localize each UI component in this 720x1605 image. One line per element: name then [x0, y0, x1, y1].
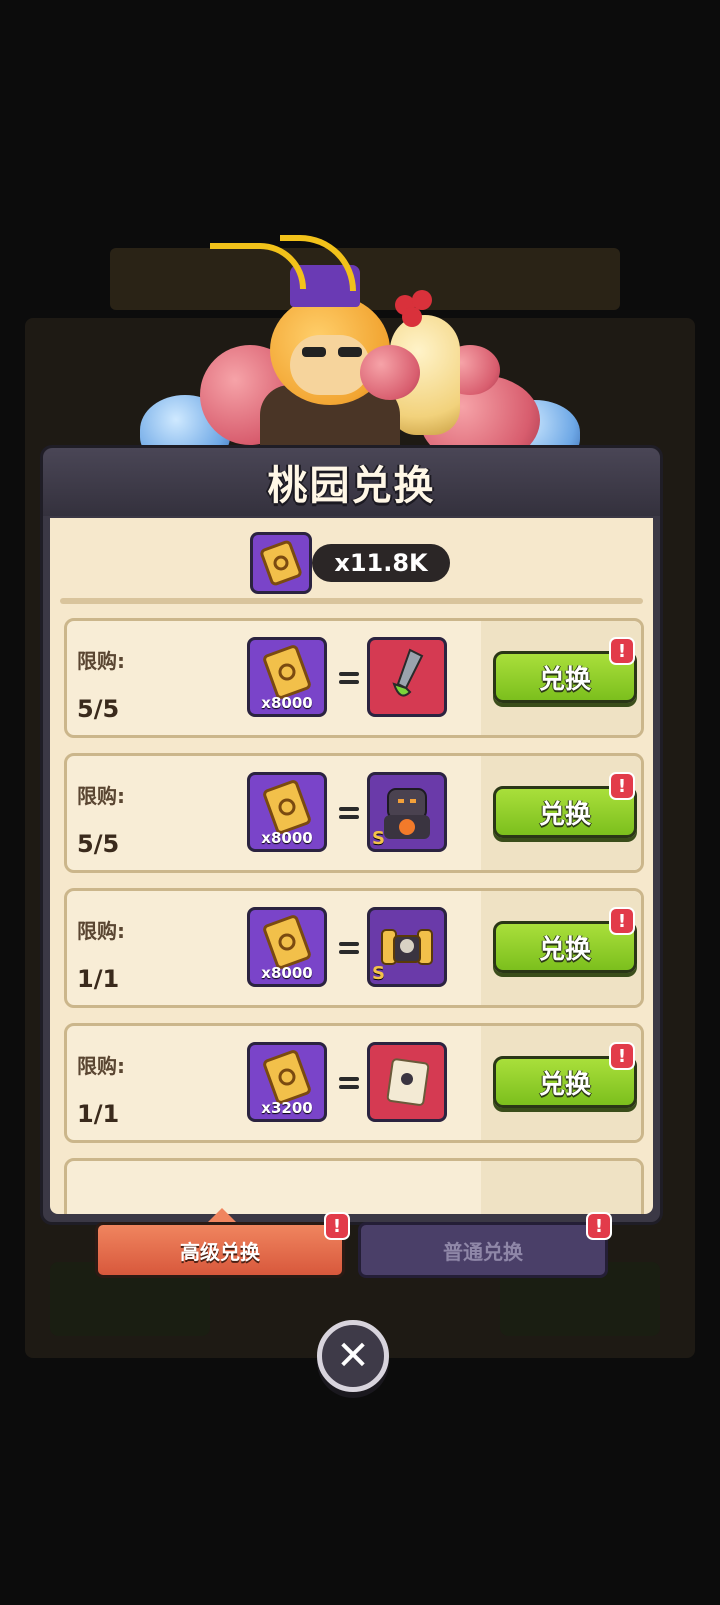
- limit-label: 限购:: [77, 784, 125, 808]
- limit-value: 5/5: [77, 695, 120, 723]
- monkey-eye: [302, 347, 326, 357]
- alert-badge: !: [609, 772, 635, 800]
- exchange-row: 限购: 5/5 x8000 兑换 !: [64, 618, 644, 738]
- limit-label: 限购:: [77, 649, 125, 673]
- reward-item: S: [367, 907, 447, 987]
- peach-garden-character-art: [140, 235, 580, 475]
- exchange-list[interactable]: x11.8K 限购: 5/5 x8000 兑换 ! 限购: 5/5 x8000 …: [50, 518, 653, 1214]
- cost-item: x8000: [247, 907, 327, 987]
- cost-item: x8000: [247, 637, 327, 717]
- antenna-feather: [280, 235, 356, 291]
- limit-value: 5/5: [77, 830, 120, 858]
- currency-bar: x11.8K: [50, 518, 653, 606]
- cost-quantity: x3200: [261, 1099, 313, 1117]
- close-icon: ✕: [336, 1333, 370, 1379]
- tab-advanced-exchange[interactable]: 高级兑换: [95, 1222, 345, 1278]
- currency-amount: x11.8K: [312, 544, 450, 582]
- cost-quantity: x8000: [261, 829, 313, 847]
- tab-pointer: [208, 1208, 236, 1222]
- limit-label: 限购:: [77, 919, 125, 943]
- cost-item: x3200: [247, 1042, 327, 1122]
- tab-label: 普通兑换: [443, 1239, 523, 1264]
- reward-item: S: [367, 772, 447, 852]
- alert-badge: !: [586, 1212, 612, 1240]
- panel-header: 桃园兑换: [43, 448, 660, 516]
- row-action-area: [481, 1161, 641, 1214]
- reward-item: [367, 1042, 447, 1122]
- equals-icon: [339, 1074, 359, 1092]
- held-peach: [360, 345, 420, 400]
- reward-item: [367, 637, 447, 717]
- equals-icon: [339, 669, 359, 687]
- limit-value: 1/1: [77, 965, 120, 993]
- monkey-eye: [338, 347, 362, 357]
- exchange-row: 限购: 5/5 x8000 S 兑换 !: [64, 753, 644, 873]
- panel-title: 桃园兑换: [267, 463, 436, 509]
- cost-quantity: x8000: [261, 964, 313, 982]
- alert-badge: !: [609, 637, 635, 665]
- parchment-scroll-icon: [386, 1058, 430, 1106]
- exchange-panel: 桃园兑换 x11.8K 限购: 5/5 x8000 兑换 ! 限购: 5/5 x…: [40, 445, 663, 1225]
- exchange-row: 限购: 1/1 x3200 兑换 !: [64, 1023, 644, 1143]
- reward-grade: S: [372, 828, 385, 849]
- monkey-face: [290, 335, 370, 395]
- limit-label: 限购:: [77, 1054, 125, 1078]
- divider: [60, 598, 643, 604]
- cost-quantity: x8000: [261, 694, 313, 712]
- equals-icon: [339, 804, 359, 822]
- cost-item: x8000: [247, 772, 327, 852]
- alert-badge: !: [609, 1042, 635, 1070]
- limit-value: 1/1: [77, 1100, 120, 1128]
- tab-normal-exchange[interactable]: 普通兑换: [358, 1222, 608, 1278]
- close-button[interactable]: ✕: [317, 1320, 389, 1392]
- reward-grade: S: [372, 963, 385, 984]
- exchange-row: 限购: 1/1 x8000 S 兑换 !: [64, 888, 644, 1008]
- green-dagger-icon: [392, 648, 424, 697]
- alert-badge: !: [609, 907, 635, 935]
- berry-decoration: [402, 307, 422, 327]
- exchange-row-partial: [64, 1158, 644, 1214]
- alert-badge: !: [324, 1212, 350, 1240]
- equals-icon: [339, 939, 359, 957]
- golden-scroll-icon: [250, 532, 312, 594]
- tab-label: 高级兑换: [180, 1239, 260, 1264]
